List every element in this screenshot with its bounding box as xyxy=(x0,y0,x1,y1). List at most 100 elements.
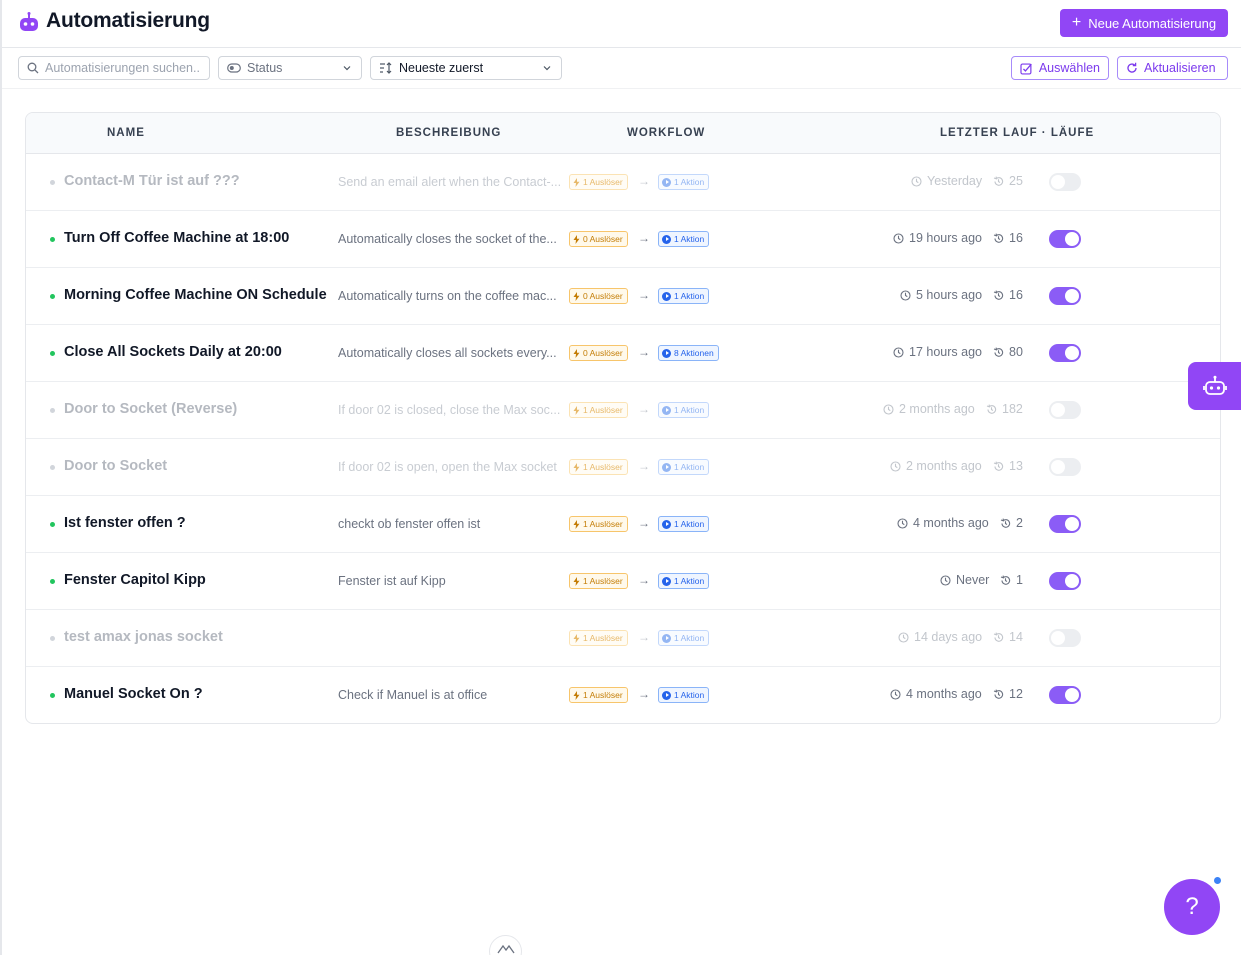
arrow-right-icon: → xyxy=(638,459,650,473)
run-count: 2 xyxy=(1000,516,1023,530)
history-icon xyxy=(1000,575,1011,585)
clock-icon xyxy=(883,403,894,415)
run-count: 1 xyxy=(1000,573,1023,587)
column-header-name[interactable]: NAME xyxy=(107,127,145,139)
new-automation-button[interactable]: + Neue Automatisierung xyxy=(1060,9,1228,37)
trigger-badge: 0 Auslöser xyxy=(569,231,628,247)
last-run-text: 5 hours ago xyxy=(916,288,983,302)
automation-name[interactable]: test amax jonas socket xyxy=(64,629,223,645)
sort-icon xyxy=(380,62,392,74)
table-row[interactable]: Contact-M Tür ist auf ??? Send an email a… xyxy=(26,154,1220,211)
table-row[interactable]: Manuel Socket On ? Check if Manuel is at … xyxy=(26,667,1220,723)
lightning-icon xyxy=(573,348,580,358)
automation-name[interactable]: Door to Socket xyxy=(64,458,167,474)
lightning-icon xyxy=(573,234,580,244)
clock-icon xyxy=(893,346,904,358)
automation-description: Automatically closes the socket of the..… xyxy=(338,232,557,246)
run-count: 16 xyxy=(993,288,1023,302)
refresh-button[interactable]: Aktualisieren xyxy=(1117,56,1228,80)
help-button[interactable]: ? xyxy=(1164,879,1220,935)
arrow-right-icon: → xyxy=(638,573,650,587)
enabled-toggle[interactable] xyxy=(1049,458,1081,476)
action-badge: 1 Aktion xyxy=(658,516,710,532)
last-run: 4 months ago xyxy=(890,687,982,701)
automation-description: If door 02 is closed, close the Max soc.… xyxy=(338,403,561,417)
search-box[interactable] xyxy=(18,56,210,80)
run-count-text: 1 xyxy=(1016,573,1023,587)
enabled-toggle[interactable] xyxy=(1049,173,1081,191)
arrow-right-icon: → xyxy=(638,630,650,644)
play-icon xyxy=(662,576,671,586)
arrow-right-icon: → xyxy=(638,345,650,359)
arrow-right-icon: → xyxy=(638,402,650,416)
automation-description: Fenster ist auf Kipp xyxy=(338,574,446,588)
table-row[interactable]: Close All Sockets Daily at 20:00 Automati… xyxy=(26,325,1220,382)
column-header-description: BESCHREIBUNG xyxy=(396,127,502,139)
lightning-icon xyxy=(573,576,580,586)
automation-name[interactable]: Manuel Socket On ? xyxy=(64,686,203,702)
trigger-badge: 1 Auslöser xyxy=(569,687,628,703)
action-badge: 1 Aktion xyxy=(658,687,710,703)
action-count: 1 Aktion xyxy=(674,690,705,700)
lightning-icon xyxy=(573,405,580,415)
status-select[interactable]: Status xyxy=(218,56,362,80)
enabled-toggle[interactable] xyxy=(1049,686,1081,704)
clock-icon xyxy=(897,517,908,529)
plus-icon: + xyxy=(1071,14,1082,31)
assistant-tab[interactable] xyxy=(1188,362,1241,410)
select-button[interactable]: Auswählen xyxy=(1011,56,1109,80)
refresh-button-label: Aktualisieren xyxy=(1144,61,1216,75)
trigger-count: 1 Auslöser xyxy=(583,462,623,472)
last-run-text: 19 hours ago xyxy=(909,231,982,245)
run-count-text: 182 xyxy=(1002,402,1023,416)
play-icon xyxy=(662,633,671,643)
run-count: 80 xyxy=(993,345,1023,359)
action-count: 1 Aktion xyxy=(674,633,705,643)
last-run: 2 months ago xyxy=(890,459,982,473)
action-badge: 1 Aktion xyxy=(658,174,710,190)
automation-name[interactable]: Close All Sockets Daily at 20:00 xyxy=(64,344,282,360)
run-count: 14 xyxy=(993,630,1023,644)
run-count-text: 16 xyxy=(1009,288,1023,302)
clock-icon xyxy=(890,460,901,472)
enabled-toggle[interactable] xyxy=(1049,287,1081,305)
run-count: 12 xyxy=(993,687,1023,701)
enabled-toggle[interactable] xyxy=(1049,515,1081,533)
robot-icon xyxy=(20,12,38,31)
table-row[interactable]: Door to Socket If door 02 is open, open t… xyxy=(26,439,1220,496)
automation-name[interactable]: Morning Coffee Machine ON Schedule xyxy=(64,287,327,303)
run-count-text: 12 xyxy=(1009,687,1023,701)
robot-icon xyxy=(1202,375,1227,395)
table-row[interactable]: test amax jonas socket 1 Auslöser → 1 Aktio… xyxy=(26,610,1220,667)
action-badge: 1 Aktion xyxy=(658,630,710,646)
automation-name[interactable]: Turn Off Coffee Machine at 18:00 xyxy=(64,230,289,246)
enabled-toggle[interactable] xyxy=(1049,629,1081,647)
automation-name[interactable]: Ist fenster offen ? xyxy=(64,515,186,531)
search-input[interactable] xyxy=(45,61,205,75)
enabled-toggle[interactable] xyxy=(1049,344,1081,362)
enabled-toggle[interactable] xyxy=(1049,230,1081,248)
arrow-right-icon: → xyxy=(638,687,650,701)
automation-name[interactable]: Fenster Capitol Kipp xyxy=(64,572,206,588)
table-row[interactable]: Turn Off Coffee Machine at 18:00 Automati… xyxy=(26,211,1220,268)
automation-name[interactable]: Contact-M Tür ist auf ??? xyxy=(64,173,240,189)
enabled-toggle[interactable] xyxy=(1049,572,1081,590)
column-header-last-run[interactable]: LETZTER LAUF · LÄUFE xyxy=(940,127,1094,139)
table-row[interactable]: Fenster Capitol Kipp Fenster ist auf Kipp… xyxy=(26,553,1220,610)
refresh-icon xyxy=(1127,62,1137,73)
automation-description: Automatically turns on the coffee mac... xyxy=(338,289,557,303)
table-row[interactable]: Door to Socket (Reverse) If door 02 is cl… xyxy=(26,382,1220,439)
lightning-icon xyxy=(573,291,580,301)
trigger-badge: 1 Auslöser xyxy=(569,573,628,589)
last-run: Never xyxy=(940,573,989,587)
table-row[interactable]: Ist fenster offen ? checkt ob fenster off… xyxy=(26,496,1220,553)
table-row[interactable]: Morning Coffee Machine ON Schedule Automa… xyxy=(26,268,1220,325)
history-icon xyxy=(986,404,997,414)
sort-select[interactable]: Neueste zuerst xyxy=(370,56,562,80)
automation-name[interactable]: Door to Socket (Reverse) xyxy=(64,401,237,417)
enabled-toggle[interactable] xyxy=(1049,401,1081,419)
trigger-count: 1 Auslöser xyxy=(583,405,623,415)
last-run-text: 2 months ago xyxy=(899,402,975,416)
clock-icon xyxy=(890,688,901,700)
history-icon xyxy=(993,233,1004,243)
